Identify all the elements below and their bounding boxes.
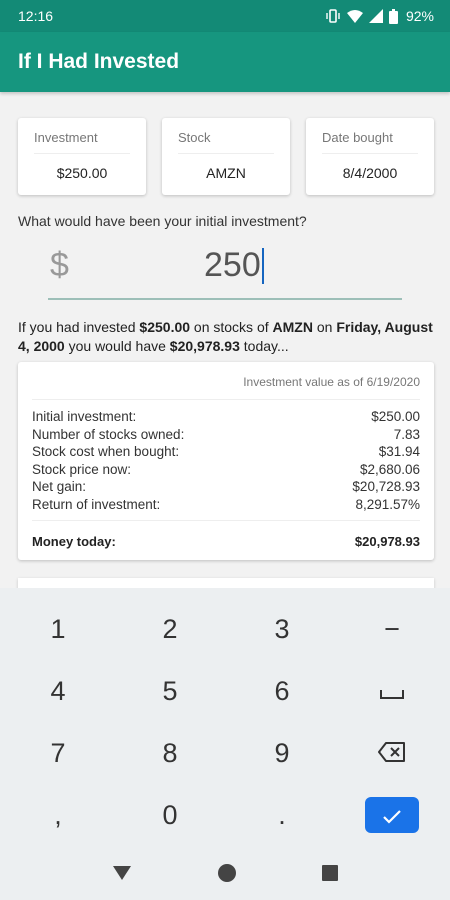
sentence-ticker: AMZN <box>272 319 313 335</box>
recents-icon[interactable] <box>321 864 338 886</box>
key-period[interactable]: . <box>226 784 338 846</box>
numeric-keyboard: 1 2 3 − 4 5 6 7 8 9 , 0 . <box>0 588 450 850</box>
key-2[interactable]: 2 <box>114 598 226 660</box>
result-row: Stock price now: $2,680.06 <box>32 461 420 479</box>
result-row: Return of investment: 8,291.57% <box>32 496 420 514</box>
wifi-icon <box>346 9 363 23</box>
text-cursor <box>261 247 264 284</box>
sentence-text: today... <box>239 338 289 354</box>
sentence-text: If you had invested <box>18 319 140 335</box>
key-4[interactable]: 4 <box>2 660 114 722</box>
app-bar: If I Had Invested <box>0 32 450 92</box>
key-8[interactable]: 8 <box>114 722 226 784</box>
sentence-text: on stocks of <box>190 319 273 335</box>
back-icon[interactable] <box>112 865 132 886</box>
row-label: Number of stocks owned: <box>32 426 185 442</box>
result-row: Stock cost when bought: $31.94 <box>32 443 420 461</box>
money-today-row: Money today: $20,978.93 <box>32 521 420 549</box>
row-label: Stock price now: <box>32 461 132 477</box>
status-icons: 92% <box>325 8 434 24</box>
row-label: Net gain: <box>32 479 87 494</box>
key-enter[interactable] <box>336 784 448 846</box>
row-value: $250.00 <box>371 409 420 424</box>
investment-label: Investment <box>34 130 130 154</box>
result-row: Net gain: $20,728.93 <box>32 478 420 496</box>
stock-label: Stock <box>178 130 274 154</box>
status-time: 12:16 <box>18 8 54 24</box>
result-row: Initial investment: $250.00 <box>32 408 420 426</box>
amount-input[interactable]: 250 <box>204 246 264 285</box>
stock-value: AMZN <box>206 165 246 181</box>
date-bought-label: Date bought <box>322 130 418 154</box>
key-space[interactable] <box>336 660 448 722</box>
money-today-label: Money today: <box>32 534 116 549</box>
system-nav-bar <box>0 850 450 900</box>
key-backspace[interactable] <box>336 722 448 784</box>
summary-cards: Investment $250.00 Stock AMZN Date bough… <box>18 118 434 195</box>
result-rows: Initial investment: $250.00 Number of sto… <box>32 400 420 521</box>
key-3[interactable]: 3 <box>226 598 338 660</box>
money-today-value: $20,978.93 <box>354 534 420 549</box>
row-value: 8,291.57% <box>355 496 420 512</box>
vibrate-icon <box>325 9 341 23</box>
backspace-icon <box>378 738 406 769</box>
key-7[interactable]: 7 <box>2 722 114 784</box>
enter-button[interactable] <box>365 797 419 833</box>
key-1[interactable]: 1 <box>2 598 114 660</box>
sentence-text: you would have <box>64 338 170 354</box>
row-label: Initial investment: <box>32 409 137 424</box>
currency-symbol: $ <box>50 246 69 284</box>
space-icon <box>380 676 404 707</box>
key-0[interactable]: 0 <box>114 784 226 846</box>
signal-icon <box>368 9 383 23</box>
battery-icon <box>388 8 398 24</box>
investment-value: $250.00 <box>56 165 108 181</box>
row-value: $2,680.06 <box>359 461 420 477</box>
status-bar: 12:16 92% <box>0 0 450 32</box>
row-label: Stock cost when bought: <box>32 444 180 459</box>
amount-field[interactable]: $ 250 <box>48 240 402 300</box>
amount-value: 250 <box>204 246 261 284</box>
investment-card[interactable]: Investment $250.00 <box>18 118 146 195</box>
row-value: $20,728.93 <box>352 479 420 494</box>
as-of-date: Investment value as of 6/19/2020 <box>32 362 420 400</box>
row-value: 7.83 <box>393 426 420 442</box>
battery-level: 92% <box>405 8 434 24</box>
row-value: $31.94 <box>378 444 420 459</box>
sentence-result: $20,978.93 <box>169 338 240 354</box>
stock-card[interactable]: Stock AMZN <box>162 118 290 195</box>
date-bought-card[interactable]: Date bought 8/4/2000 <box>306 118 434 195</box>
result-row: Number of stocks owned: 7.83 <box>32 426 420 444</box>
sentence-text: on <box>312 319 337 335</box>
investment-question: What would have been your initial invest… <box>18 213 307 229</box>
investment-result-card: Investment value as of 6/19/2020 Initial… <box>18 362 434 560</box>
app-title: If I Had Invested <box>18 50 180 73</box>
sentence-amount: $250.00 <box>139 319 191 335</box>
key-9[interactable]: 9 <box>226 722 338 784</box>
result-sentence: If you had invested $250.00 on stocks of… <box>18 318 438 356</box>
check-icon <box>382 800 402 831</box>
amount-underline <box>48 298 402 300</box>
key-5[interactable]: 5 <box>114 660 226 722</box>
date-bought-value: 8/4/2000 <box>342 165 398 181</box>
key-comma[interactable]: , <box>2 784 114 846</box>
row-label: Return of investment: <box>32 496 161 512</box>
home-icon[interactable] <box>217 863 237 888</box>
key-minus[interactable]: − <box>336 598 448 660</box>
key-6[interactable]: 6 <box>226 660 338 722</box>
